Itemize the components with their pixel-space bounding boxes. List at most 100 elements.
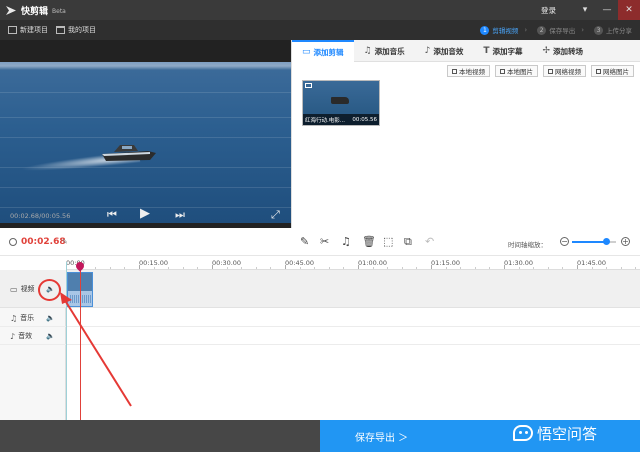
- tab-add-clip[interactable]: ▭ 添加剪辑: [292, 40, 354, 62]
- ruler-minor-tick: [182, 267, 184, 269]
- my-projects-label: 我的项目: [68, 26, 96, 34]
- tab-add-music[interactable]: ♫ 添加音乐: [354, 40, 415, 62]
- step-number: 3: [594, 25, 603, 35]
- export-label: 保存导出 ＞: [355, 432, 409, 444]
- close-button[interactable]: ✕: [618, 0, 640, 20]
- ruler-tick-label: 01:15.00: [431, 259, 461, 267]
- ruler-minor-tick: [518, 267, 520, 269]
- workflow-steps: 1 剪辑视频 › 2 保存导出 › 3 上传分享: [470, 20, 632, 40]
- ruler-minor-tick: [460, 267, 462, 269]
- ruler-tick: [504, 265, 505, 269]
- zoom-slider-fill: [572, 241, 607, 243]
- image-icon: [596, 68, 601, 74]
- step-edit-video[interactable]: 1 剪辑视频: [480, 25, 518, 35]
- zoom-slider[interactable]: [572, 238, 616, 245]
- login-link[interactable]: 登录: [541, 5, 556, 16]
- zoom-in-button[interactable]: +: [621, 237, 630, 246]
- play-small-icon: [548, 68, 553, 74]
- online-image-button[interactable]: 网络图片: [591, 65, 634, 77]
- media-clip-thumbnail[interactable]: 红海行动.电影... 00:05.56: [302, 80, 380, 126]
- transition-icon: ✢: [542, 46, 551, 56]
- thumbnail-caption: 红海行动.电影... 00:05.56: [303, 114, 379, 125]
- zoom-slider-handle[interactable]: [602, 238, 610, 245]
- button-label: 网络视频: [555, 68, 581, 76]
- button-label: 网络图片: [603, 68, 629, 76]
- next-frame-button[interactable]: ⏭: [175, 208, 185, 222]
- crop-icon[interactable]: ⬚: [383, 235, 393, 248]
- video-preview: 00:02.68/00:05.56 ⏮ ▶ ⏭ ⤢: [0, 40, 291, 228]
- ruler-minor-tick: [153, 267, 155, 269]
- ruler-tick: [212, 265, 213, 269]
- zoom-label: 时间轴缩放：: [508, 241, 547, 249]
- ruler-tick-label: 01:45.00: [577, 259, 607, 267]
- sound-effect-icon: ♪: [424, 46, 431, 56]
- timeline-ruler[interactable]: 00:00 00:15.00 00:30.00 00:45.00 01:00.00 01:…: [66, 256, 640, 270]
- title-bar: 快剪辑 Beta 登录 ▾ — ✕: [0, 0, 640, 20]
- ruler-minor-tick: [95, 267, 97, 269]
- local-video-button[interactable]: 本地视频: [447, 65, 490, 77]
- ruler-minor-tick: [314, 267, 316, 269]
- tab-add-sound-effect[interactable]: ♪ 添加音效: [415, 40, 474, 62]
- current-time: 00:02.68: [21, 237, 66, 247]
- ruler-minor-tick: [416, 267, 418, 269]
- watermark: 悟空问答: [513, 422, 597, 444]
- tab-add-subtitle[interactable]: T 添加字幕: [473, 40, 532, 62]
- step-save-export[interactable]: 2 保存导出: [537, 25, 575, 35]
- pencil-icon[interactable]: ✎: [300, 235, 309, 248]
- new-project-button[interactable]: 新建项目: [8, 25, 48, 35]
- playhead-line[interactable]: [80, 262, 81, 420]
- tab-label: 添加音乐: [374, 46, 405, 56]
- video-frame: [0, 62, 291, 223]
- scissors-icon[interactable]: ✂: [320, 235, 329, 248]
- fullscreen-icon[interactable]: ⤢: [271, 208, 280, 222]
- tab-label: 添加字幕: [492, 46, 523, 56]
- clip-duration: 00:05.56: [352, 116, 377, 123]
- music-note-icon: ♫: [10, 313, 18, 323]
- audio-waveform: [70, 295, 92, 303]
- speaker-icon[interactable]: 🔈: [46, 314, 55, 322]
- new-project-icon: [8, 26, 17, 34]
- step-label: 剪辑视频: [492, 27, 519, 35]
- tab-label: 添加转场: [553, 46, 584, 56]
- ruler-minor-tick: [620, 267, 622, 269]
- new-project-label: 新建项目: [20, 26, 48, 34]
- main-toolbar: 新建项目 我的项目 1 剪辑视频 › 2 保存导出 › 3 上传分享: [0, 20, 640, 40]
- online-video-button[interactable]: 网络视频: [543, 65, 586, 77]
- speaker-icon[interactable]: 🔈: [46, 332, 55, 340]
- text-icon: T: [483, 46, 490, 56]
- media-tabs: ▭ 添加剪辑 ♫ 添加音乐 ♪ 添加音效 T 添加字幕 ✢ 添加转场: [292, 40, 640, 62]
- my-projects-button[interactable]: 我的项目: [56, 25, 96, 35]
- track-label: 音乐: [20, 314, 35, 322]
- play-button[interactable]: ▶: [140, 206, 150, 221]
- ruler-tick-label: 01:30.00: [504, 259, 534, 267]
- video-camera-icon: ▭: [10, 284, 18, 294]
- local-image-button[interactable]: 本地图片: [495, 65, 538, 77]
- ruler-minor-tick: [226, 267, 228, 269]
- boat-image: [102, 145, 156, 161]
- ruler-minor-tick: [562, 267, 564, 269]
- boat-thumbnail-image: [331, 97, 349, 104]
- app-tag: Beta: [52, 7, 66, 15]
- minimize-button[interactable]: —: [596, 0, 618, 20]
- app-name: 快剪辑: [21, 6, 49, 17]
- video-track-row: [0, 270, 640, 308]
- zoom-out-button[interactable]: −: [560, 237, 569, 246]
- ruler-minor-tick: [445, 267, 447, 269]
- tab-add-transition[interactable]: ✢ 添加转场: [532, 40, 593, 62]
- menu-dropdown-icon[interactable]: ▾: [574, 0, 596, 20]
- ruler-minor-tick: [387, 267, 389, 269]
- ruler-minor-tick: [474, 267, 476, 269]
- ruler-tick-label: 00:45.00: [285, 259, 315, 267]
- edit-time-icon[interactable]: ✎: [62, 238, 68, 246]
- clock-icon: [9, 238, 17, 246]
- undo-icon[interactable]: ↶: [425, 235, 434, 248]
- step-upload-share[interactable]: 3 上传分享: [594, 25, 632, 35]
- app-logo-icon: [5, 4, 17, 16]
- ruler-minor-tick: [328, 267, 330, 269]
- copy-icon[interactable]: ⧉: [404, 235, 412, 249]
- trash-icon[interactable]: 🗑: [362, 235, 376, 248]
- ruler-tick: [577, 265, 578, 269]
- bell-icon[interactable]: ♫: [341, 235, 351, 248]
- ruler-tick: [285, 265, 286, 269]
- prev-frame-button[interactable]: ⏮: [107, 208, 117, 222]
